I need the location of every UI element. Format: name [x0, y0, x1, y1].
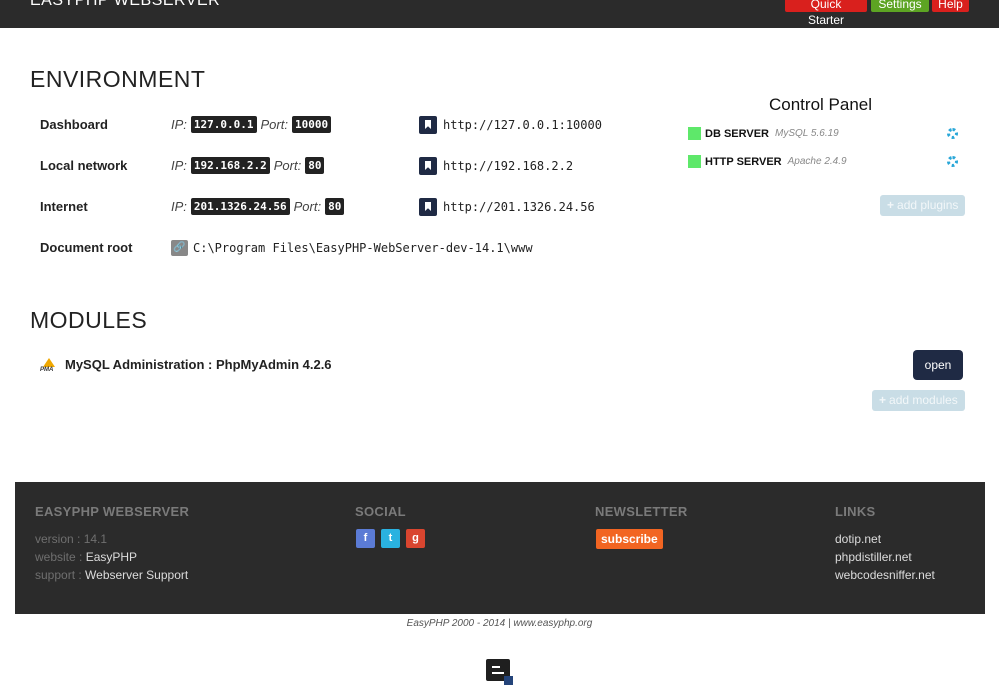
easyphp-logo-icon: [486, 659, 514, 687]
top-bar: EASYPHP WEBSERVER Quick Starter Settings…: [0, 0, 999, 28]
footer-heading-social: SOCIAL: [355, 504, 406, 519]
copyright-text: EasyPHP 2000 - 2014 | www.easyphp.org: [406, 618, 593, 629]
status-indicator-icon: [688, 127, 701, 140]
server-name: DB SERVER: [705, 127, 769, 140]
port-label: Port:: [273, 158, 302, 173]
footer: EASYPHP WEBSERVER version : 14.1 website…: [15, 482, 985, 614]
port-badge: 80: [325, 198, 345, 215]
ip-label: IP:: [171, 199, 187, 214]
ip-badge: 201.1326.24.56: [190, 198, 290, 215]
server-name: HTTP SERVER: [705, 155, 782, 168]
add-plugins-button[interactable]: + add plugins: [880, 195, 966, 216]
docroot-label: Document root: [40, 240, 133, 255]
footer-heading-links: LINKS: [835, 504, 876, 519]
bookmark-icon[interactable]: [419, 157, 437, 175]
status-indicator-icon: [688, 155, 701, 168]
env-ip-group-internet: IP: 201.1326.24.56 Port: 80: [171, 198, 345, 215]
footer-version: version : 14.1: [35, 532, 108, 546]
env-row-label-internet: Internet: [40, 199, 88, 214]
ip-label: IP:: [171, 117, 187, 132]
port-badge: 10000: [291, 116, 332, 133]
footer-link-dotip[interactable]: dotip.net: [835, 532, 881, 546]
link-icon[interactable]: 🔗: [171, 240, 188, 256]
env-ip-group-local-network: IP: 192.168.2.2 Port: 80: [171, 157, 325, 174]
settings-button[interactable]: Settings: [871, 0, 929, 12]
add-plugins-label: add plugins: [897, 198, 959, 212]
footer-heading-newsletter: NEWSLETTER: [595, 504, 688, 519]
gear-icon[interactable]: [947, 128, 958, 139]
footer-website: website : EasyPHP: [35, 550, 138, 564]
modules-title: MODULES: [30, 307, 148, 333]
subscribe-button[interactable]: subscribe: [596, 529, 663, 549]
env-ip-group-dashboard: IP: 127.0.0.1 Port: 10000: [171, 116, 332, 133]
plus-icon: +: [887, 198, 895, 212]
brand-title[interactable]: EASYPHP WEBSERVER: [30, 0, 220, 10]
url-link[interactable]: http://192.168.2.2: [443, 159, 573, 173]
help-button[interactable]: Help: [932, 0, 969, 12]
port-label: Port:: [260, 117, 288, 132]
add-modules-label: add modules: [889, 393, 958, 407]
open-module-button[interactable]: open: [913, 350, 963, 380]
url-link[interactable]: http://201.1326.24.56: [443, 200, 595, 214]
env-url-internet[interactable]: http://201.1326.24.56: [419, 198, 595, 216]
footer-link-phpdistiller[interactable]: phpdistiller.net: [835, 550, 912, 564]
env-row-label-dashboard: Dashboard: [40, 117, 108, 132]
module-title: MySQL Administration : PhpMyAdmin 4.2.6: [65, 357, 332, 372]
server-version: Apache 2.4.9: [787, 156, 847, 167]
phpmyadmin-icon: PMA: [40, 358, 58, 374]
env-row-label-local-network: Local network: [40, 158, 128, 173]
server-row-http: HTTP SERVER Apache 2.4.9: [688, 155, 847, 168]
server-version: MySQL 5.6.19: [774, 128, 839, 139]
version-value: 14.1: [83, 532, 108, 546]
environment-title: ENVIRONMENT: [30, 66, 206, 92]
add-modules-button[interactable]: + add modules: [872, 390, 965, 411]
port-label: Port:: [293, 199, 322, 214]
ip-badge: 127.0.0.1: [190, 116, 257, 133]
server-row-db: DB SERVER MySQL 5.6.19: [688, 127, 839, 140]
ip-label: IP:: [171, 158, 187, 173]
gear-icon[interactable]: [947, 156, 958, 167]
ip-badge: 192.168.2.2: [190, 157, 270, 174]
google-plus-icon[interactable]: g: [406, 529, 425, 548]
control-panel-title: Control Panel: [769, 95, 873, 114]
env-url-local-network[interactable]: http://192.168.2.2: [419, 157, 573, 175]
docroot-path[interactable]: C:\Program Files\EasyPHP-WebServer-dev-1…: [193, 241, 533, 255]
quick-starter-button[interactable]: Quick Starter: [785, 0, 867, 27]
website-link[interactable]: EasyPHP: [86, 550, 137, 564]
env-url-dashboard[interactable]: http://127.0.0.1:10000: [419, 116, 602, 134]
bookmark-icon[interactable]: [419, 198, 437, 216]
docroot-group[interactable]: 🔗 C:\Program Files\EasyPHP-WebServer-dev…: [171, 240, 533, 256]
footer-support: support : Webserver Support: [35, 568, 189, 582]
url-link[interactable]: http://127.0.0.1:10000: [443, 118, 602, 132]
footer-heading-easyphp: EASYPHP WEBSERVER: [35, 504, 190, 519]
footer-link-webcodesniffer[interactable]: webcodesniffer.net: [835, 568, 935, 582]
twitter-icon[interactable]: t: [381, 529, 400, 548]
bookmark-icon[interactable]: [419, 116, 437, 134]
facebook-icon[interactable]: f: [356, 529, 375, 548]
port-badge: 80: [305, 157, 325, 174]
plus-icon: +: [879, 393, 887, 407]
support-link[interactable]: Webserver Support: [85, 568, 188, 582]
